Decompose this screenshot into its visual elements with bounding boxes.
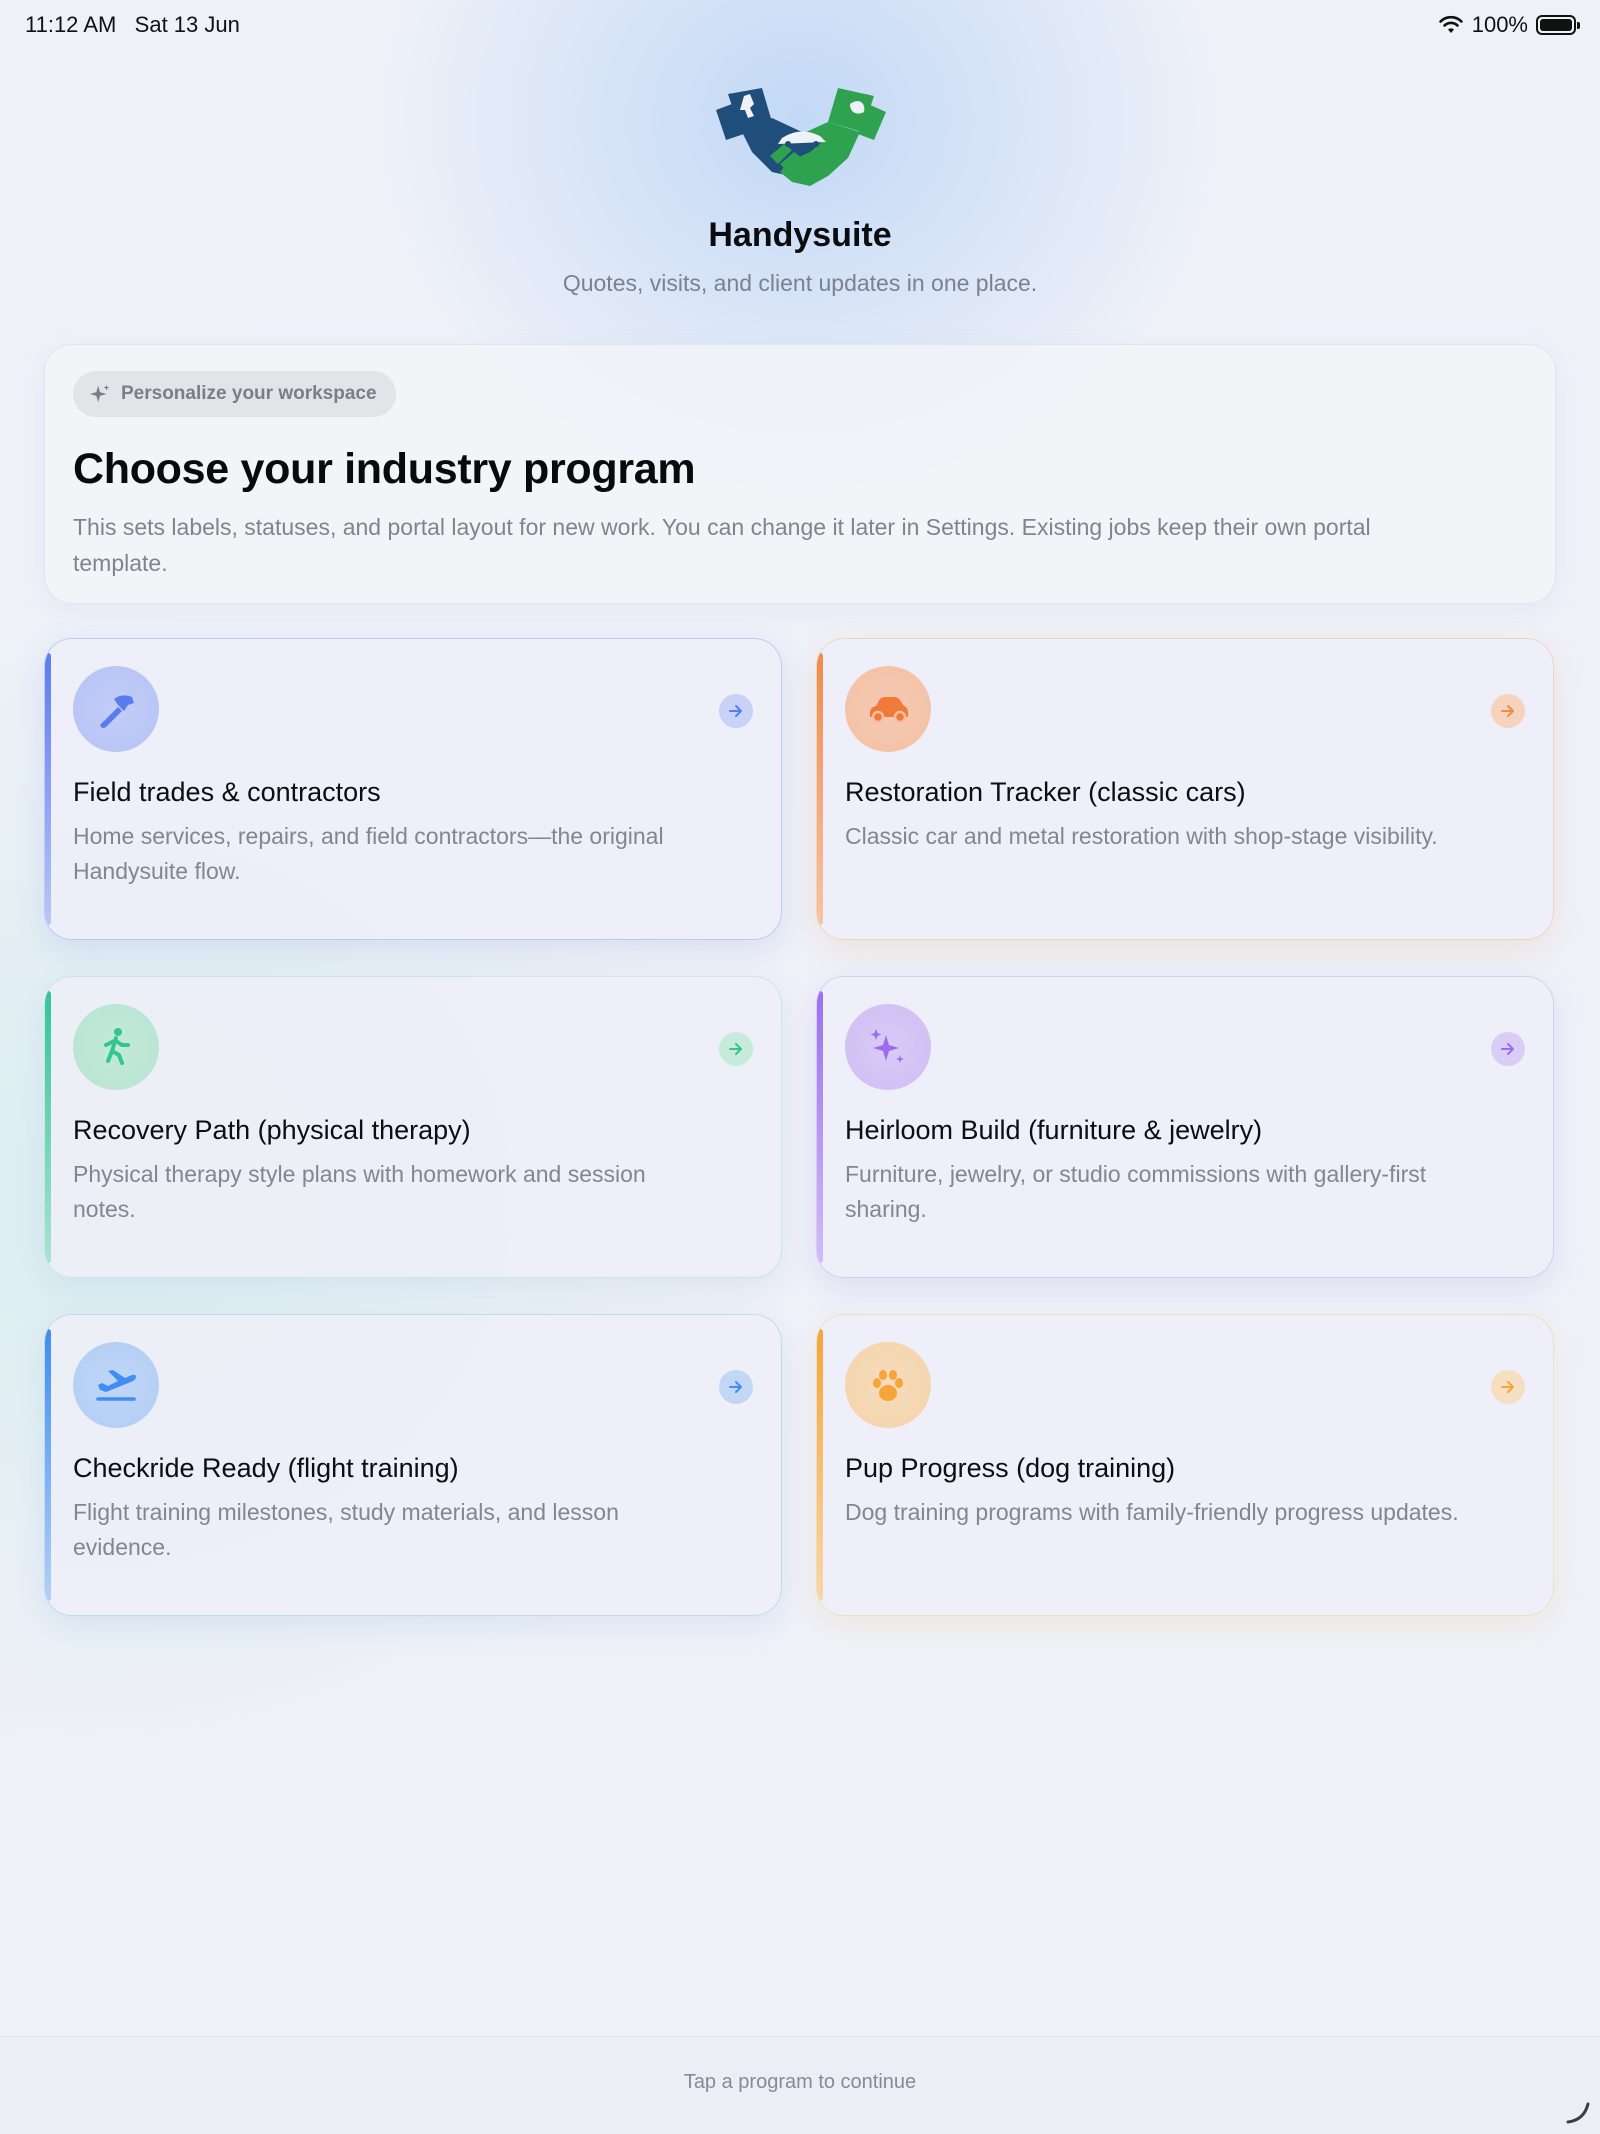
battery-icon [1536, 15, 1580, 35]
program-description: Dog training programs with family-friend… [845, 1499, 1459, 1525]
personalize-pill: Personalize your workspace [73, 371, 396, 417]
status-date: Sat 13 Jun [134, 12, 240, 37]
resize-handle-icon[interactable] [1562, 2096, 1592, 2126]
footer-bar: Tap a program to continue [0, 2036, 1600, 2134]
program-description: Home services, repairs, and field contra… [73, 823, 664, 884]
program-title: Checkride Ready (flight training) [73, 1453, 459, 1483]
intro-heading: Choose your industry program [73, 445, 696, 493]
arrow-right-icon [719, 694, 753, 728]
program-title: Restoration Tracker (classic cars) [845, 777, 1246, 807]
arrow-right-icon [719, 1032, 753, 1066]
status-time: 11:12 AM Sat 13 Jun [25, 12, 240, 37]
program-description: Furniture, jewelry, or studio commission… [845, 1161, 1427, 1222]
program-title: Heirloom Build (furniture & jewelry) [845, 1115, 1263, 1145]
pill-label: Personalize your workspace [121, 383, 377, 404]
paw-icon [845, 1342, 931, 1428]
intro-description: This sets labels, statuses, and portal l… [73, 514, 1371, 576]
status-indicators: 100% [1438, 12, 1580, 38]
program-title: Field trades & contractors [73, 777, 381, 807]
app-title: Handysuite [708, 216, 892, 254]
walking-person-icon [73, 1004, 159, 1090]
program-card-field-trades[interactable]: Field trades & contractors Home services… [44, 638, 782, 940]
arrow-right-icon [1491, 1032, 1525, 1066]
status-bar: 11:12 AM Sat 13 Jun 100% [0, 0, 1600, 50]
program-card-heirloom-build[interactable]: Heirloom Build (furniture & jewelry) Fur… [816, 976, 1554, 1278]
program-title: Recovery Path (physical therapy) [73, 1115, 471, 1145]
program-description: Physical therapy style plans with homewo… [73, 1161, 646, 1222]
program-card-restoration-tracker[interactable]: Restoration Tracker (classic cars) Class… [816, 638, 1554, 940]
wifi-icon [1438, 15, 1463, 33]
hammer-icon [73, 666, 159, 752]
arrow-right-icon [1491, 1370, 1525, 1404]
footer-hint: Tap a program to continue [683, 2071, 917, 2093]
handshake-logo-icon [716, 88, 886, 186]
sparkle-icon [89, 384, 110, 403]
sparkles-icon [845, 1004, 931, 1090]
airplane-takeoff-icon [73, 1342, 159, 1428]
app-subtitle: Quotes, visits, and client updates in on… [562, 270, 1038, 296]
arrow-right-icon [719, 1370, 753, 1404]
program-description: Flight training milestones, study materi… [73, 1499, 619, 1560]
program-card-checkride-ready[interactable]: Checkride Ready (flight training) Flight… [44, 1314, 782, 1616]
battery-percent: 100% [1471, 12, 1528, 37]
program-card-pup-progress[interactable]: Pup Progress (dog training) Dog training… [816, 1314, 1554, 1616]
intro-card: Personalize your workspace Choose your i… [44, 344, 1556, 604]
arrow-right-icon [1491, 694, 1525, 728]
program-title: Pup Progress (dog training) [845, 1453, 1176, 1483]
program-description: Classic car and metal restoration with s… [845, 823, 1438, 849]
car-icon [845, 666, 931, 752]
program-card-recovery-path[interactable]: Recovery Path (physical therapy) Physica… [44, 976, 782, 1278]
